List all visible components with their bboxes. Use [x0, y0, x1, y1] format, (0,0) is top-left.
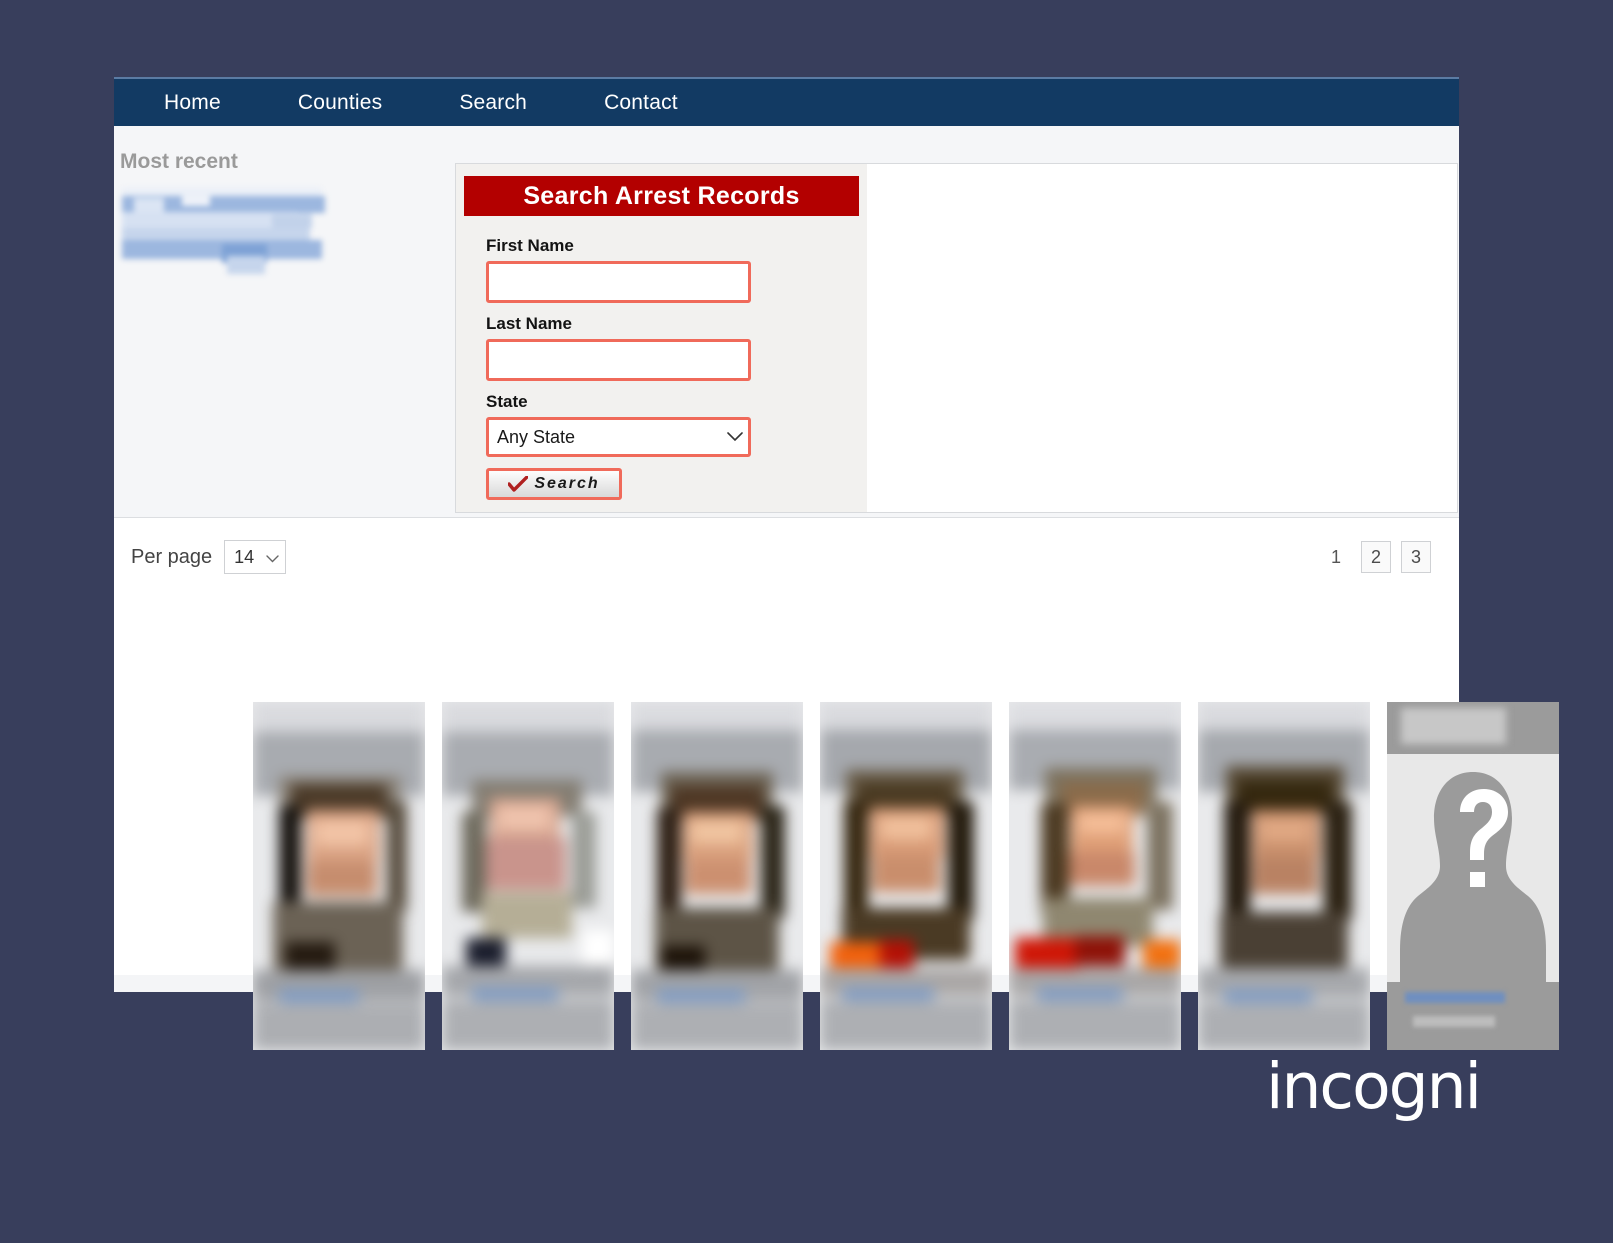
- results-toolbar: Per page 14 1 2 3: [114, 518, 1459, 596]
- mugshot-card-5[interactable]: [1009, 702, 1181, 1050]
- redacted-mugshot-image: [442, 702, 614, 1050]
- nav-item-counties[interactable]: Counties: [288, 91, 392, 115]
- state-label: State: [486, 392, 528, 411]
- no-photo-placeholder: [1387, 702, 1559, 1050]
- redacted-pixel: [272, 214, 312, 228]
- redacted-link: [1405, 992, 1505, 1003]
- redacted-mugshot-image: [1198, 702, 1370, 1050]
- redacted-pixel: [227, 256, 265, 274]
- main-navigation: Home Counties Search Contact: [114, 77, 1459, 126]
- placeholder-top-bar: [1387, 702, 1559, 754]
- pagination: 1 2 3: [1321, 541, 1431, 573]
- sidebar: Most recent: [114, 126, 454, 517]
- mugshot-card-7-no-photo[interactable]: [1387, 702, 1559, 1050]
- last-name-label: Last Name: [486, 314, 572, 333]
- redacted-text: [1401, 708, 1506, 744]
- nav-item-contact[interactable]: Contact: [594, 91, 688, 115]
- state-select-value: Any State: [497, 426, 576, 447]
- search-results-panel: Search Arrest Records First Name Last Na…: [455, 163, 1458, 513]
- redacted-pixel: [182, 196, 210, 206]
- mugshot-card-3[interactable]: [631, 702, 803, 1050]
- per-page-label: Per page: [131, 545, 213, 568]
- per-page-group: Per page 14: [131, 540, 287, 574]
- per-page-select[interactable]: 14: [224, 540, 287, 574]
- chevron-down-icon: [722, 432, 748, 442]
- mugshot-card-1[interactable]: [253, 702, 425, 1050]
- question-mark-silhouette-icon: [1400, 772, 1546, 1004]
- mugshot-card-row: [253, 702, 1559, 1052]
- recent-links-redacted[interactable]: [122, 188, 330, 274]
- placeholder-bottom-bar: [1387, 982, 1559, 1050]
- chevron-down-icon: [266, 547, 279, 568]
- state-select[interactable]: Any State: [486, 417, 751, 457]
- nav-item-search[interactable]: Search: [449, 91, 537, 115]
- nav-item-home[interactable]: Home: [154, 91, 231, 115]
- redacted-mugshot-image: [631, 702, 803, 1050]
- upper-content-region: Most recent Search Arrest Records First …: [114, 126, 1459, 517]
- redacted-pixel: [134, 198, 164, 212]
- page-button-1: 1: [1330, 546, 1341, 567]
- search-form: Search Arrest Records First Name Last Na…: [456, 164, 867, 512]
- search-submit-button[interactable]: Search: [486, 468, 622, 500]
- last-name-input[interactable]: [486, 339, 751, 381]
- search-submit-label: Search: [534, 475, 600, 492]
- checkmark-icon: [507, 475, 530, 492]
- redacted-mugshot-image: [820, 702, 992, 1050]
- redacted-mugshot-image: [1009, 702, 1181, 1050]
- incogni-logo: incogni: [1266, 1050, 1482, 1123]
- site-frame: Home Counties Search Contact Most recent: [114, 77, 1559, 1050]
- first-name-input[interactable]: [486, 261, 751, 303]
- first-name-label: First Name: [486, 236, 574, 255]
- redacted-text: [1413, 1016, 1495, 1027]
- mugshot-card-4[interactable]: [820, 702, 992, 1050]
- incogni-wordmark: incogni: [1266, 1050, 1482, 1123]
- search-form-title: Search Arrest Records: [464, 176, 859, 216]
- redacted-pixel: [122, 212, 297, 228]
- page-button-2[interactable]: 2: [1361, 541, 1391, 573]
- sidebar-title: Most recent: [120, 150, 238, 173]
- mugshot-card-6[interactable]: [1198, 702, 1370, 1050]
- search-form-body: First Name Last Name State Any State Sea…: [456, 216, 867, 500]
- page-button-3[interactable]: 3: [1401, 541, 1431, 573]
- mugshot-card-2[interactable]: [442, 702, 614, 1050]
- per-page-value: 14: [234, 546, 255, 567]
- redacted-mugshot-image: [253, 702, 425, 1050]
